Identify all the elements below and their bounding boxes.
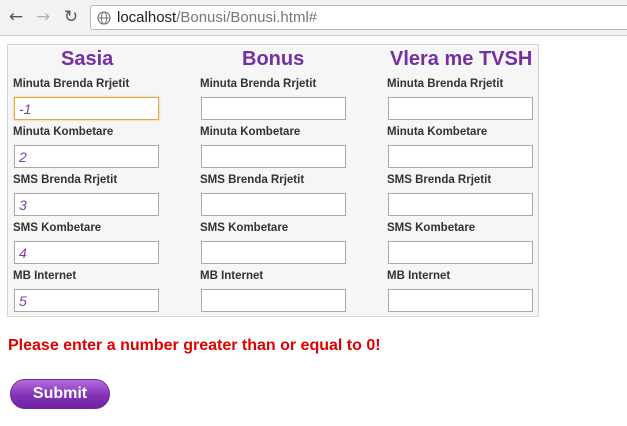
label-minuta-brenda-rrjetit: Minuta Brenda Rrjetit [200,78,317,90]
sasia-sms-kombetare-input[interactable] [14,241,159,264]
label-mb-internet: MB Internet [200,270,264,282]
forward-arrow-icon[interactable]: → [32,6,54,28]
label-sms-brenda-rrjetit: SMS Brenda Rrjetit [200,174,305,186]
back-arrow-icon[interactable]: ← [5,6,27,28]
label-sms-kombetare: SMS Kombetare [387,222,476,234]
sasia-minuta-kombetare-input[interactable] [14,145,159,168]
bonus-sms-kombetare-input[interactable] [201,241,346,264]
label-minuta-brenda-rrjetit: Minuta Brenda Rrjetit [387,78,504,90]
label-sms-kombetare: SMS Kombetare [200,222,289,234]
submit-button[interactable]: Submit [10,379,110,409]
browser-toolbar: ← → ↻ localhost/Bonusi/Bonusi.html# [0,0,627,36]
sasia-mb-internet-input[interactable] [14,289,159,312]
label-mb-internet: MB Internet [13,270,77,282]
label-sms-kombetare: SMS Kombetare [13,222,102,234]
bonus-sms-brenda-rrjetit-input[interactable] [201,193,346,216]
validation-error-message: Please enter a number greater than or eq… [8,337,381,354]
url-text: localhost/Bonusi/Bonusi.html# [117,9,317,26]
column-title-sasia: Sasia [61,48,114,70]
sasia-sms-brenda-rrjetit-input[interactable] [14,193,159,216]
label-minuta-kombetare: Minuta Kombetare [200,126,301,138]
vlera-mb-internet-input[interactable] [388,289,533,312]
column-title-vlera-me-tvsh: Vlera me TVSH [390,48,533,70]
vlera-sms-kombetare-input[interactable] [388,241,533,264]
reload-icon[interactable]: ↻ [60,6,82,28]
vlera-sms-brenda-rrjetit-input[interactable] [388,193,533,216]
label-minuta-kombetare: Minuta Kombetare [387,126,488,138]
bonus-form: Sasia Minuta Brenda Rrjetit Minuta Kombe… [7,44,539,317]
vlera-minuta-kombetare-input[interactable] [388,145,533,168]
label-mb-internet: MB Internet [387,270,451,282]
url-path: /Bonusi/Bonusi.html# [176,9,318,26]
column-title-bonus: Bonus [242,48,305,70]
label-sms-brenda-rrjetit: SMS Brenda Rrjetit [387,174,492,186]
bonus-minuta-kombetare-input[interactable] [201,145,346,168]
label-sms-brenda-rrjetit: SMS Brenda Rrjetit [13,174,118,186]
address-bar[interactable]: localhost/Bonusi/Bonusi.html# [90,5,627,30]
label-minuta-kombetare: Minuta Kombetare [13,126,114,138]
url-host: localhost [117,9,177,26]
bonus-minuta-brenda-rrjetit-input[interactable] [201,97,346,120]
sasia-minuta-brenda-rrjetit-input[interactable] [14,97,159,120]
globe-icon [97,10,111,25]
label-minuta-brenda-rrjetit: Minuta Brenda Rrjetit [13,78,130,90]
bonus-mb-internet-input[interactable] [201,289,346,312]
vlera-minuta-brenda-rrjetit-input[interactable] [388,97,533,120]
